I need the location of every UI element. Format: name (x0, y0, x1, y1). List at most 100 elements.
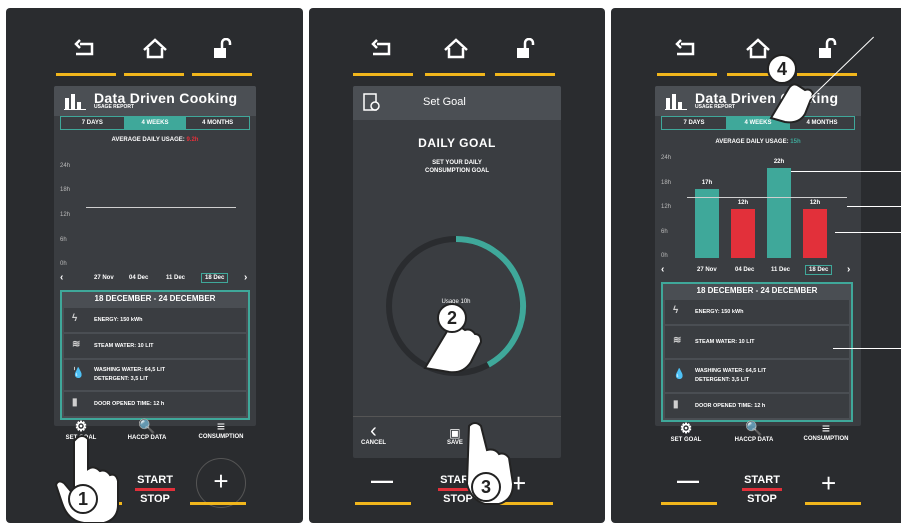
prev-arrow[interactable]: ‹ (661, 264, 664, 275)
back-button[interactable] (657, 36, 717, 76)
steam-icon: ≋ (673, 335, 682, 346)
back-button[interactable] (56, 36, 116, 76)
week-summary: 18 DECEMBER - 24 DECEMBER ϟ ENERGY: 150 k… (661, 282, 853, 422)
oven-panel-1: Data Driven Cooking USAGE REPORT 7 DAYS … (6, 8, 303, 523)
nav-bar (309, 36, 605, 76)
home-button[interactable] (425, 36, 485, 76)
y-tick: 6h (661, 229, 668, 235)
week-title: 18 DECEMBER - 24 DECEMBER (94, 294, 216, 303)
avg-value: 15h (790, 139, 801, 145)
x-tick: 27 Nov (697, 267, 717, 273)
y-tick: 0h (661, 253, 668, 259)
avg-label: AVERAGE DAILY USAGE: (111, 137, 185, 143)
set-goal-icon (363, 93, 380, 111)
pointer-line (847, 206, 901, 207)
back-icon (371, 39, 391, 56)
energy-icon: ϟ (673, 305, 679, 316)
bar-value-label: 22h (773, 159, 785, 166)
back-icon (675, 39, 695, 56)
avg-value: 9.2h (186, 137, 199, 143)
tab-7-days[interactable]: 7 DAYS (662, 117, 726, 129)
usage-report-screen: Data Driven Cooking USAGE REPORT 7 DAYS … (655, 86, 861, 426)
next-arrow[interactable]: › (244, 272, 247, 283)
y-tick: 0h (60, 261, 67, 267)
average-daily-usage: AVERAGE DAILY USAGE: 15h (655, 139, 861, 145)
tab-4-months[interactable]: 4 MONTHS (186, 117, 249, 129)
y-tick: 18h (661, 180, 672, 186)
energy-row: ϟ ENERGY: 150 kWh (64, 308, 246, 332)
x-tick: 27 Nov (94, 275, 114, 281)
start-stop-button[interactable]: START STOP (737, 474, 787, 505)
selected-week-tab[interactable]: 18 Dec (805, 265, 833, 275)
set-goal-button[interactable]: ⚙SET GOAL (661, 420, 711, 443)
plus-button[interactable]: + (196, 458, 246, 508)
back-icon (74, 39, 94, 56)
minus-button[interactable]: — (371, 468, 393, 494)
plus-button[interactable]: + (821, 468, 836, 499)
unlock-button[interactable] (495, 36, 555, 76)
door-row: ▮ DOOR OPENED TIME: 12 h (64, 392, 246, 416)
goal-sub-1: SET YOUR DAILY (432, 160, 482, 166)
haccp-data-button[interactable]: 🔍 HACCP DATA (122, 418, 172, 441)
consumption-button[interactable]: ≡ CONSUMPTION (801, 420, 851, 442)
cancel-button[interactable]: ‹ CANCEL (361, 421, 386, 446)
home-button[interactable] (124, 36, 184, 76)
selected-week-tab[interactable]: 18 Dec (201, 273, 229, 283)
door-icon: ▮ (72, 397, 78, 408)
average-line (86, 207, 236, 208)
steam-row: ≋ STEAM WATER: 10 LIT (665, 326, 849, 358)
unlock-icon (517, 38, 535, 58)
x-tick: 11 Dec (771, 267, 791, 273)
water-icon: ٰ💧 (72, 368, 85, 379)
report-subtitle: USAGE REPORT (94, 104, 135, 110)
prev-arrow[interactable]: ‹ (60, 272, 63, 283)
unlock-button[interactable] (192, 36, 252, 76)
consumption-icon: ≡ (216, 418, 226, 434)
period-tabs: 7 DAYS 4 WEEKS 4 MONTHS (661, 116, 855, 130)
consumption-button[interactable]: ≡ CONSUMPTION (196, 418, 246, 440)
water-row: 💧 WASHING WATER: 64,5 LIT DETERGENT: 3,5 L… (665, 360, 849, 392)
back-button[interactable] (353, 36, 413, 76)
goal-sub-2: CONSUMPTION GOAL (425, 168, 489, 174)
callout-3: 3 (471, 472, 501, 502)
set-goal-icon: ⚙ (679, 420, 693, 436)
door-icon: ▮ (673, 399, 679, 410)
average-daily-usage: AVERAGE DAILY USAGE: 9.2h (54, 137, 256, 143)
unlock-icon (214, 38, 232, 58)
minus-button[interactable]: — (677, 468, 699, 494)
pointer-line (835, 232, 901, 233)
y-tick: 24h (661, 155, 672, 161)
chart-bar (731, 209, 755, 258)
chart-bar (803, 209, 827, 258)
door-row: ▮ DOOR OPENED TIME: 12 h (665, 394, 849, 418)
x-tick: 04 Dec (129, 275, 149, 281)
y-tick: 18h (60, 187, 71, 193)
water-row: ٰ💧 WASHING WATER: 64,5 LIT DETERGENT: 3,5 … (64, 360, 246, 390)
chart-bar (695, 188, 719, 258)
y-tick: 6h (60, 237, 67, 243)
callout-1: 1 (68, 484, 98, 514)
goal-header: Set Goal (353, 86, 561, 120)
y-tick: 12h (60, 212, 71, 218)
oven-panel-3: Data Driven Cooking USAGE REPORT 7 DAYS … (611, 8, 901, 523)
chart-bar (767, 168, 791, 258)
consumption-icon: ≡ (821, 420, 831, 436)
tab-7-days[interactable]: 7 DAYS (61, 117, 124, 129)
home-icon (444, 38, 468, 59)
report-header: Data Driven Cooking USAGE REPORT (54, 86, 256, 116)
haccp-data-button[interactable]: 🔍 HACCP DATA (729, 420, 779, 443)
bar-value-label: 12h (737, 200, 749, 206)
tab-4-weeks[interactable]: 4 WEEKS (123, 117, 187, 129)
usage-report-screen: Data Driven Cooking USAGE REPORT 7 DAYS … (54, 86, 256, 426)
bar-value-label: 12h (809, 200, 821, 206)
report-subtitle: USAGE REPORT (695, 104, 736, 110)
goal-title: Set Goal (423, 96, 466, 108)
x-tick: 11 Dec (166, 275, 186, 281)
average-line (687, 196, 847, 198)
y-tick: 24h (60, 163, 71, 169)
bar-value-label: 17h (701, 179, 713, 186)
set-goal-screen: Set Goal DAILY GOAL SET YOUR DAILY CONSU… (353, 86, 561, 458)
nav-bar (611, 36, 901, 76)
week-summary: 18 DECEMBER - 24 DECEMBER ϟ ENERGY: 150 k… (60, 290, 250, 420)
next-arrow[interactable]: › (847, 264, 850, 275)
